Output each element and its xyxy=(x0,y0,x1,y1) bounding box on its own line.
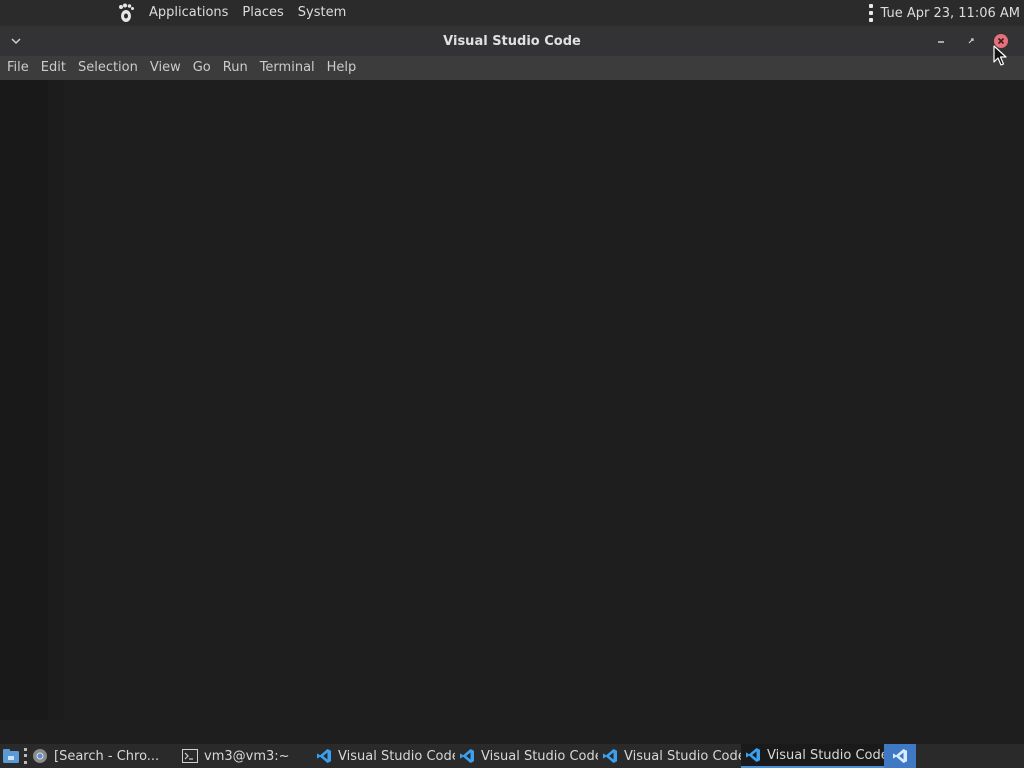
menu-edit[interactable]: Edit xyxy=(35,56,72,80)
task-label: Visual Studio Code xyxy=(624,748,741,764)
task-vscode-4-active[interactable]: Visual Studio Code xyxy=(741,744,884,768)
menu-run[interactable]: Run xyxy=(217,56,254,80)
maximize-button[interactable] xyxy=(956,32,986,50)
clock[interactable]: Tue Apr 23, 11:06 AM xyxy=(881,6,1020,21)
task-label: vm3@vm3:~ xyxy=(204,748,290,764)
minimize-icon xyxy=(938,41,944,43)
menu-help[interactable]: Help xyxy=(321,56,363,80)
menu-go[interactable]: Go xyxy=(187,56,217,80)
task-label: Visual Studio Code xyxy=(338,748,455,764)
task-label: Visual Studio Code xyxy=(481,748,598,764)
chrome-icon xyxy=(32,748,48,764)
task-label: [Search - Chro... xyxy=(54,748,160,764)
menu-selection[interactable]: Selection xyxy=(72,56,144,80)
task-chrome-search[interactable]: [Search - Chro... xyxy=(28,744,168,768)
top-panel: Applications Places System Tue Apr 23, 1… xyxy=(0,0,1024,26)
places-menu[interactable]: Places xyxy=(235,0,290,26)
task-terminal[interactable]: vm3@vm3:~ xyxy=(178,744,312,768)
vscode-tray-icon[interactable] xyxy=(884,744,916,768)
task-vscode-3[interactable]: Visual Studio Code xyxy=(598,744,741,768)
task-vscode-1[interactable]: Visual Studio Code xyxy=(312,744,455,768)
sidebar-strip xyxy=(48,80,64,720)
panel-menus: Applications Places System xyxy=(116,0,353,26)
vscode-icon xyxy=(459,748,475,764)
window-menu-chevron-icon[interactable] xyxy=(9,34,23,48)
taskbar: [Search - Chro... vm3@vm3:~ Visual Studi… xyxy=(0,744,1024,768)
panel-menu-dots-icon[interactable] xyxy=(867,4,875,22)
show-desktop-folder-icon[interactable] xyxy=(0,744,22,768)
menu-terminal[interactable]: Terminal xyxy=(254,56,321,80)
terminal-icon xyxy=(182,748,198,764)
window-title: Visual Studio Code xyxy=(443,33,581,49)
vscode-menubar: File Edit Selection View Go Run Terminal… xyxy=(0,56,1024,80)
activity-bar[interactable] xyxy=(0,80,48,720)
system-menu[interactable]: System xyxy=(291,0,353,26)
vscode-icon xyxy=(745,747,761,763)
vscode-icon xyxy=(316,748,332,764)
minimize-button[interactable] xyxy=(926,32,956,50)
panel-right: Tue Apr 23, 11:06 AM xyxy=(867,0,1020,26)
menu-file[interactable]: File xyxy=(1,56,35,80)
mouse-pointer-icon xyxy=(993,45,1007,66)
editor-workbench[interactable] xyxy=(0,80,1024,744)
menu-view[interactable]: View xyxy=(144,56,187,80)
task-vscode-2[interactable]: Visual Studio Code xyxy=(455,744,598,768)
window-titlebar[interactable]: Visual Studio Code xyxy=(0,26,1024,56)
vscode-icon xyxy=(602,748,618,764)
task-label: Visual Studio Code xyxy=(767,747,884,763)
gnome-foot-icon[interactable] xyxy=(116,2,136,24)
applications-menu[interactable]: Applications xyxy=(142,0,235,26)
maximize-icon xyxy=(968,38,974,44)
